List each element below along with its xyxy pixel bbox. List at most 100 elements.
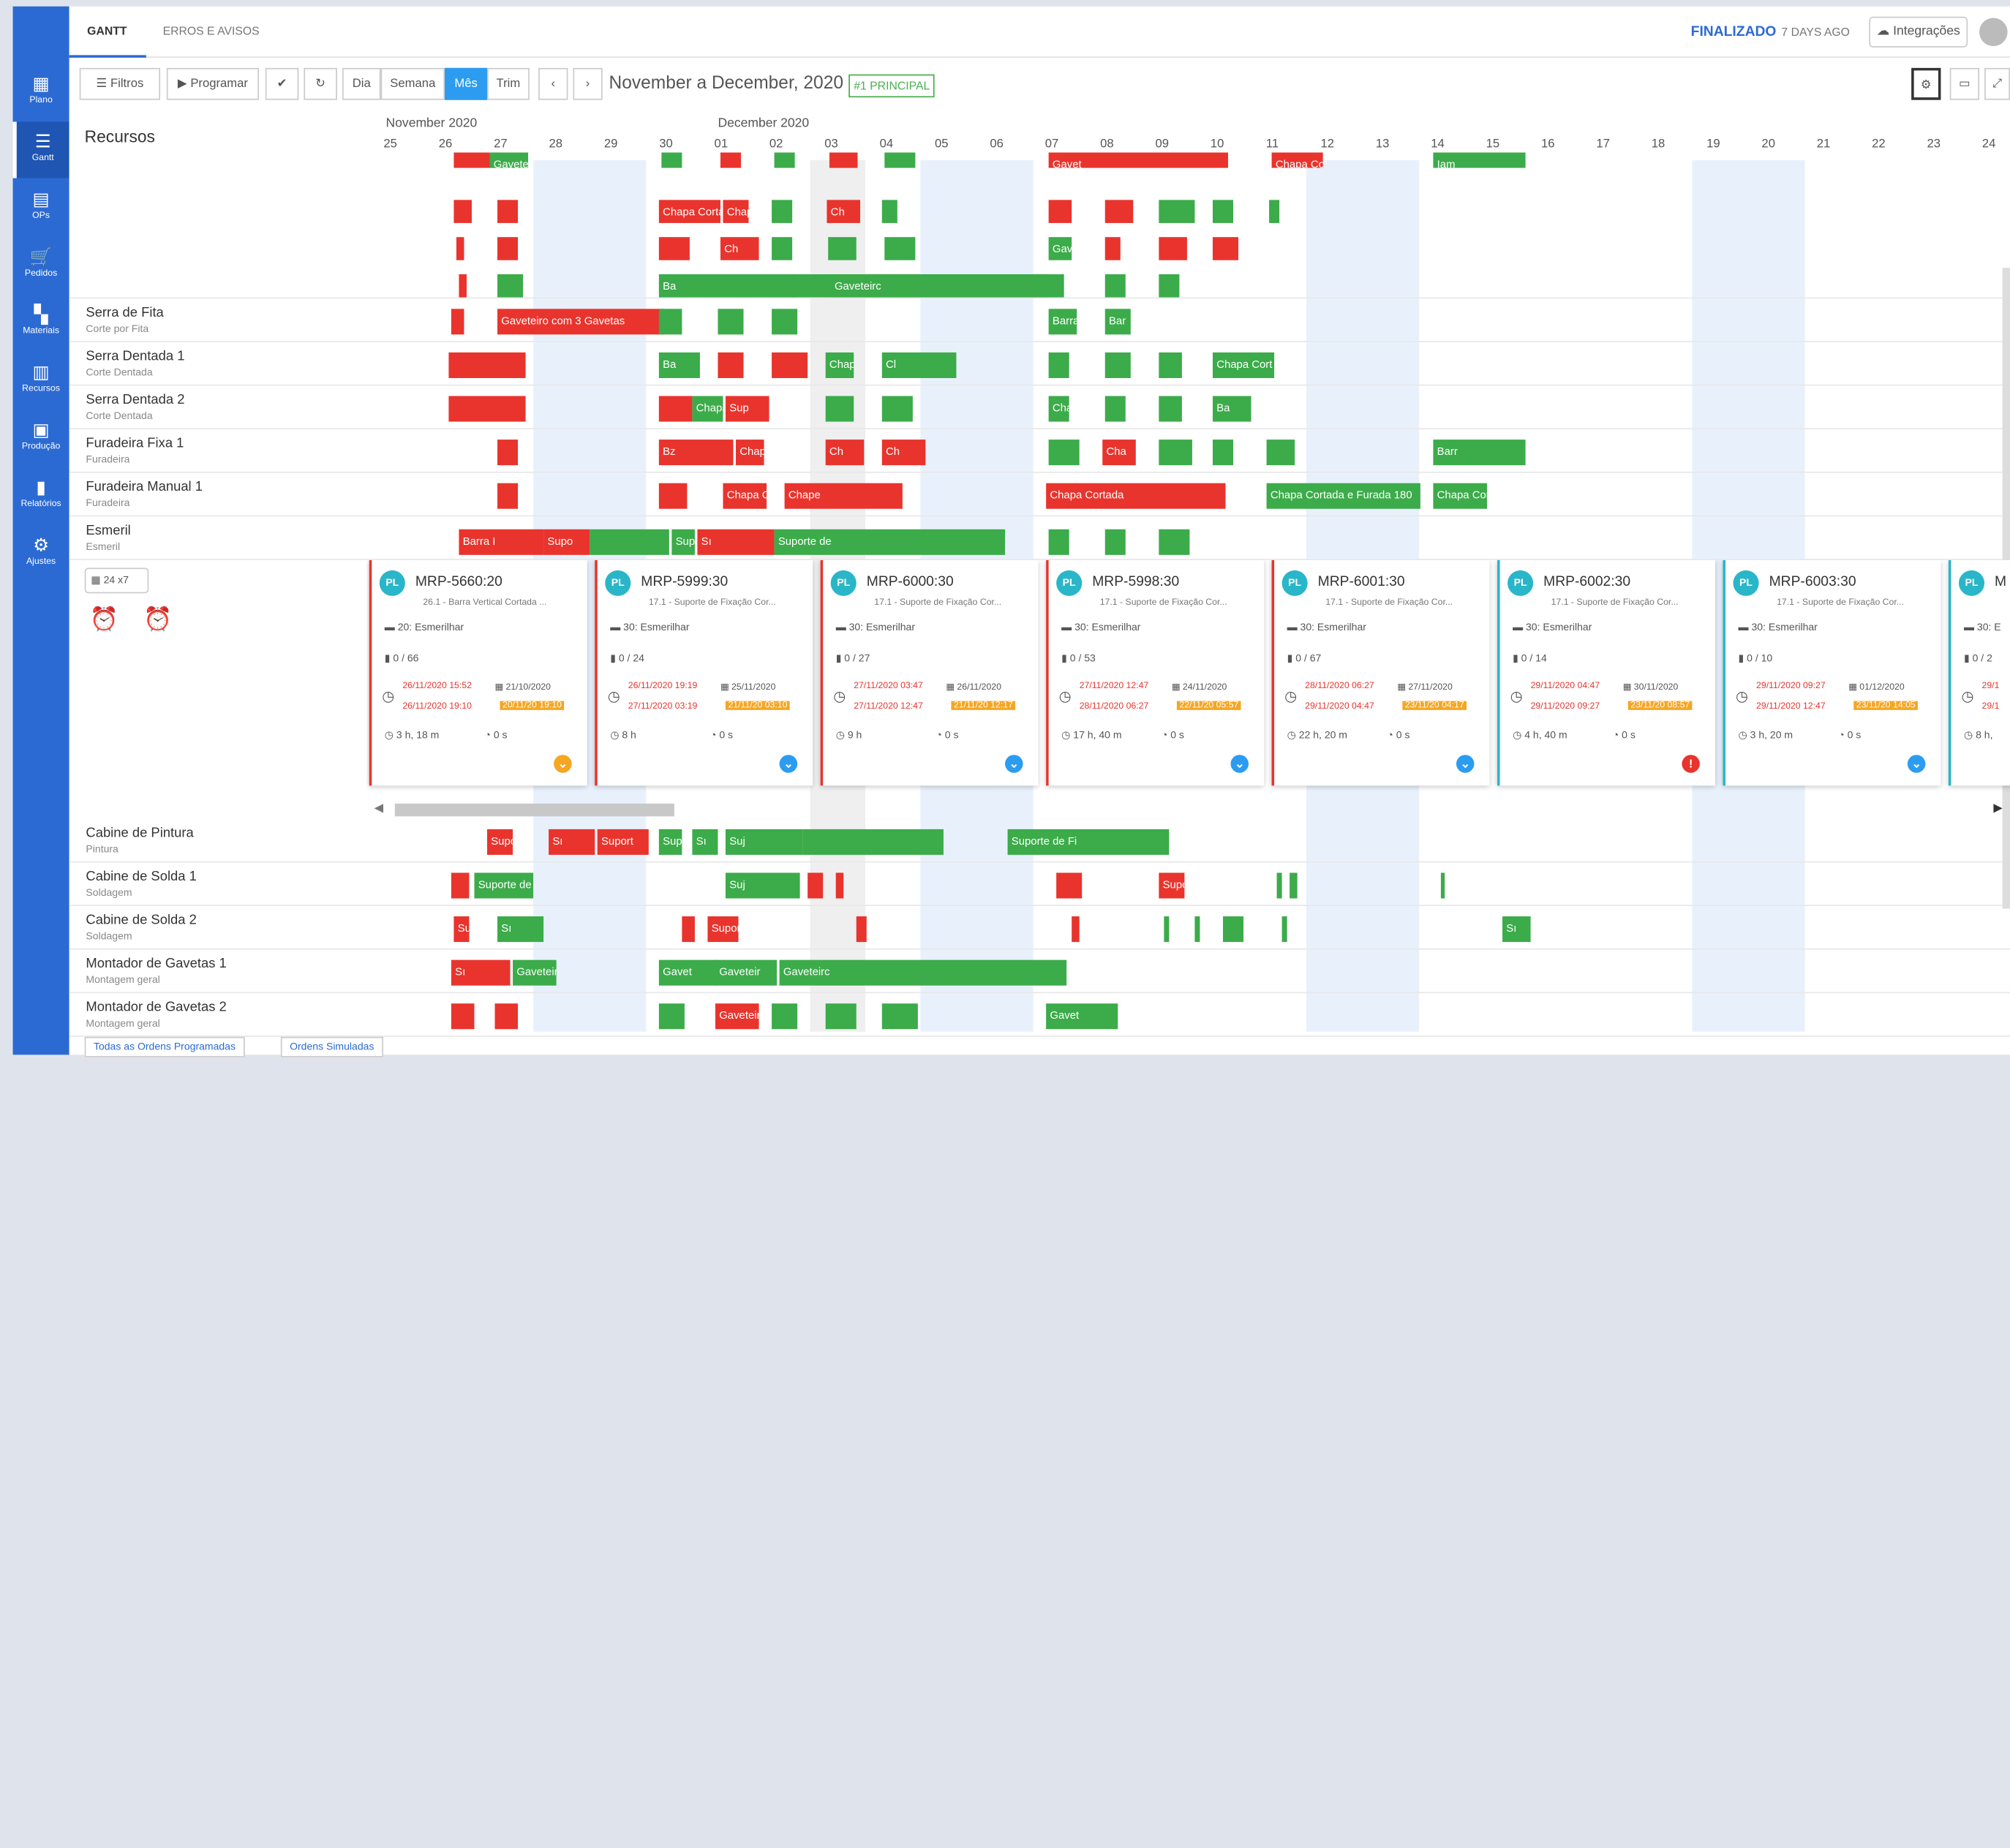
alert-icon[interactable]: ! xyxy=(1682,755,1700,773)
sidebar-item-plano[interactable]: ▦ Plano xyxy=(13,64,69,121)
gantt-bar[interactable] xyxy=(590,529,669,555)
gantt-bar[interactable]: Cl xyxy=(881,352,957,378)
info-icon[interactable]: ⌄ xyxy=(1907,755,1926,773)
gantt-bar[interactable] xyxy=(1290,872,1298,899)
sidebar-item-pedidos[interactable]: 🛒 Pedidos xyxy=(13,237,69,293)
gantt-bar[interactable] xyxy=(808,872,824,899)
gantt-bar[interactable] xyxy=(829,152,858,168)
gantt-bar[interactable] xyxy=(1281,916,1287,943)
gantt-bar[interactable] xyxy=(774,152,795,168)
gantt-bar[interactable]: Sı xyxy=(549,829,595,855)
check-button[interactable]: ✔ xyxy=(265,67,299,100)
gantt-bar[interactable]: Gaveteiro xyxy=(489,152,529,168)
gantt-bar[interactable] xyxy=(772,1003,798,1030)
gantt-bar[interactable]: Bz xyxy=(658,440,734,466)
gantt-bar[interactable]: Chapa Cc xyxy=(692,396,723,422)
gantt-bar[interactable] xyxy=(772,309,798,335)
gantt-bar[interactable]: Chapa Cortada e Furada 180 xyxy=(1271,152,1323,168)
gantt-bar[interactable] xyxy=(1266,440,1295,466)
gantt-bar[interactable]: Ch xyxy=(720,237,759,260)
gantt-bar[interactable] xyxy=(825,1003,857,1030)
next-button[interactable]: › xyxy=(573,67,603,100)
gantt-bar[interactable] xyxy=(828,237,857,260)
gantt-bar[interactable] xyxy=(718,309,744,335)
gantt-bar[interactable]: Suporte c xyxy=(658,829,682,855)
gantt-bar[interactable] xyxy=(1056,872,1083,899)
gantt-bar[interactable]: Gavet xyxy=(1048,152,1228,168)
gantt-bar[interactable]: Barra I xyxy=(459,529,544,555)
gantt-bar[interactable]: Bar xyxy=(1104,309,1131,335)
prev-button[interactable]: ‹ xyxy=(538,67,568,100)
op-card[interactable]: PL MRP-6003:30 17.1 - Suporte de Fixação C… xyxy=(1723,559,1941,786)
gantt-bar[interactable] xyxy=(1104,200,1134,223)
op-card[interactable]: PL MRP-5660:20 26.1 - Barra Vertical Corta… xyxy=(369,559,587,786)
gantt-bar[interactable]: Ch xyxy=(827,200,860,223)
gantt-bar[interactable]: Iam xyxy=(1433,152,1526,168)
gantt-bar[interactable] xyxy=(497,237,519,260)
gantt-bar[interactable] xyxy=(825,396,854,422)
gantt-bar[interactable]: Suj xyxy=(725,872,800,899)
gantt-bar[interactable]: Sı xyxy=(1502,916,1531,943)
gantt-bar[interactable]: Gavet xyxy=(658,959,718,986)
gantt-bar[interactable]: Chapa Cortada e Furada 1 xyxy=(1433,483,1488,509)
gantt-bar[interactable] xyxy=(856,916,867,943)
gantt-bar[interactable] xyxy=(835,872,844,899)
gantt-bar[interactable] xyxy=(718,352,744,378)
gantt-bar[interactable]: Chapa Cortada xyxy=(723,483,767,509)
gantt-bar[interactable] xyxy=(682,916,695,943)
gantt-bar[interactable]: Supo xyxy=(543,529,590,555)
gantt-bar[interactable] xyxy=(772,237,793,260)
gantt-bar[interactable] xyxy=(658,237,690,260)
gantt-bar[interactable] xyxy=(1159,237,1187,260)
gantt-bar[interactable] xyxy=(1048,440,1080,466)
gantt-bar[interactable]: Barr xyxy=(1433,440,1526,466)
gantt-bar[interactable] xyxy=(1048,529,1069,555)
gantt-bar[interactable] xyxy=(1072,916,1080,943)
gantt-bar[interactable] xyxy=(451,1003,475,1030)
gantt-bar[interactable]: Gaveteir xyxy=(792,274,797,298)
gantt-bar[interactable]: Ba xyxy=(658,352,700,378)
gantt-bar[interactable] xyxy=(658,1003,685,1030)
op-card[interactable]: PL MRP-5999:30 17.1 - Suporte de Fixação C… xyxy=(595,559,813,786)
gantt-bar[interactable]: Ch xyxy=(881,440,926,466)
gantt-bar[interactable] xyxy=(658,309,682,335)
gantt-bar[interactable]: Gaveteiro xyxy=(513,959,557,986)
scroll-left-icon[interactable]: ◀ xyxy=(374,801,383,815)
gantt-bar[interactable]: Chapa Cortada xyxy=(1046,483,1226,509)
gantt-bar[interactable] xyxy=(497,274,524,298)
gantt-bar[interactable] xyxy=(1104,396,1126,422)
gantt-bar[interactable]: Suport xyxy=(671,529,695,555)
gantt-bar[interactable] xyxy=(497,483,519,509)
gantt-bar[interactable]: Suj xyxy=(453,916,470,943)
gantt-bar[interactable] xyxy=(494,1003,519,1030)
gantt-bar[interactable]: Cha xyxy=(1102,440,1136,466)
gantt-bar[interactable] xyxy=(1212,200,1234,223)
gantt-bar[interactable]: Ba xyxy=(1212,396,1251,422)
gantt-bar[interactable]: Barra Vertical Cortada e F xyxy=(1048,309,1077,335)
info-icon[interactable]: ⌄ xyxy=(1230,755,1249,773)
gantt-bar[interactable]: Gavet xyxy=(1046,1003,1118,1030)
gantt-bar[interactable] xyxy=(1212,440,1234,466)
gantt-bar[interactable] xyxy=(1104,237,1121,260)
gantt-bar[interactable] xyxy=(881,396,913,422)
gantt-bar[interactable] xyxy=(1104,352,1131,378)
calendar-badge[interactable]: ▦ 24 x7 xyxy=(84,567,149,594)
gantt-bar[interactable] xyxy=(802,829,944,855)
gantt-bar[interactable]: Chapa Cort xyxy=(1212,352,1275,378)
gantt-bar[interactable] xyxy=(881,1003,918,1030)
view-dia-button[interactable]: Dia xyxy=(342,67,381,100)
gantt-bar[interactable]: Gaveteirc xyxy=(830,274,1049,298)
gantt-bar[interactable] xyxy=(772,200,793,223)
gantt-bar[interactable] xyxy=(1048,200,1072,223)
gantt-bar[interactable]: Chap: xyxy=(825,352,854,378)
gantt-bar[interactable] xyxy=(453,200,472,223)
tab-gantt[interactable]: GANTT xyxy=(87,24,127,37)
gantt-bar[interactable]: Chape xyxy=(784,483,903,509)
gantt-bar[interactable] xyxy=(456,237,464,260)
settings-button[interactable]: ⚙ xyxy=(1911,67,1941,100)
gantt-bar[interactable] xyxy=(1269,200,1280,223)
gantt-bar[interactable] xyxy=(448,396,526,422)
gantt-bar[interactable]: Sı xyxy=(451,959,511,986)
gantt-bar[interactable] xyxy=(658,483,688,509)
gantt-bar[interactable]: Suporte de Fixação Cortado xyxy=(474,872,534,899)
